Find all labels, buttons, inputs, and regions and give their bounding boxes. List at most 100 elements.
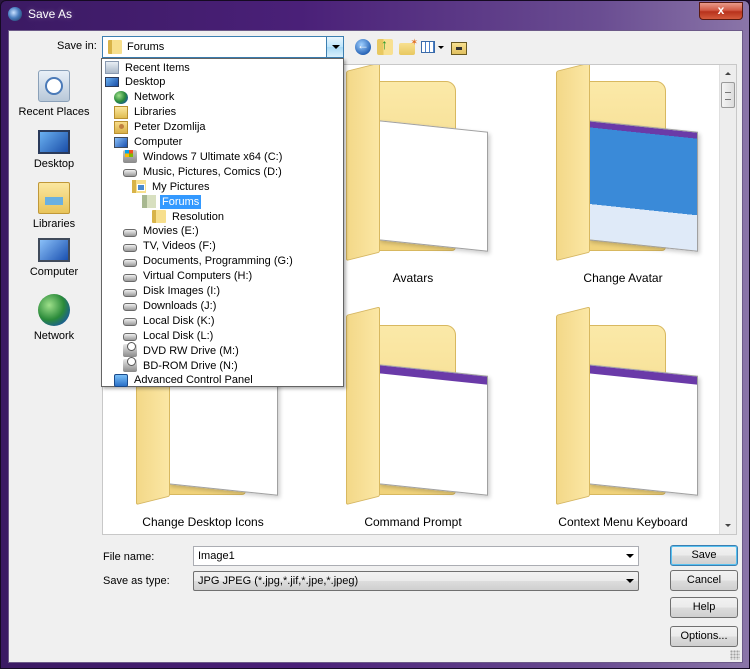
dropdown-item[interactable]: My Pictures — [132, 179, 211, 194]
dropdown-item[interactable]: Movies (E:) — [123, 224, 201, 239]
chevron-down-icon[interactable] — [626, 554, 634, 558]
cancel-button[interactable]: Cancel — [670, 570, 738, 591]
place-label: Computer — [29, 266, 79, 278]
dropdown-item[interactable]: Desktop — [105, 75, 167, 90]
dropdown-item[interactable]: BD-ROM Drive (N:) — [123, 357, 240, 373]
folder-preview — [378, 364, 488, 496]
new-folder-icon[interactable] — [399, 37, 418, 55]
folder-icon — [142, 195, 156, 209]
dropdown-item[interactable]: Local Disk (K:) — [123, 313, 217, 328]
folder-item[interactable]: Avatars — [318, 65, 508, 291]
dropdown-item[interactable]: Network — [114, 90, 176, 105]
drive-icon — [123, 169, 137, 178]
computer-icon — [114, 136, 128, 148]
folder-name: Change Desktop Icons — [142, 515, 264, 529]
pictures-folder-icon — [132, 180, 146, 194]
dropdown-item[interactable]: Local Disk (L:) — [123, 328, 215, 343]
dropdown-item-label: Disk Images (I:) — [143, 285, 221, 297]
save-in-combo[interactable]: Forums — [102, 36, 344, 58]
dropdown-item-label: Windows 7 Ultimate x64 (C:) — [143, 150, 283, 163]
place-label: Recent Places — [18, 106, 90, 118]
dropdown-item-label: Documents, Programming (G:) — [143, 255, 293, 268]
folder-name: Change Avatar — [583, 271, 663, 285]
vertical-scrollbar[interactable] — [719, 65, 736, 534]
dropdown-item-label: Music, Pictures, Comics (D:) — [143, 165, 282, 178]
scroll-up-arrow-icon[interactable] — [720, 65, 736, 82]
file-name-input[interactable]: Image1 — [193, 546, 639, 566]
up-folder-icon[interactable] — [377, 36, 393, 55]
dropdown-item[interactable]: Virtual Computers (H:) — [123, 269, 254, 284]
save-in-label: Save in: — [57, 40, 97, 52]
help-button[interactable]: Help — [670, 597, 738, 618]
dropdown-item[interactable]: Downloads (J:) — [123, 298, 218, 313]
dropdown-item[interactable]: TV, Videos (F:) — [123, 239, 218, 254]
dropdown-item-label: Local Disk (K:) — [143, 314, 215, 327]
dropdown-item[interactable]: Windows 7 Ultimate x64 (C:) — [123, 149, 284, 164]
dropdown-item[interactable]: Forums — [142, 194, 202, 209]
app-icon — [8, 7, 22, 21]
folder-preview — [378, 120, 488, 252]
dropdown-item-label: My Pictures — [152, 180, 210, 193]
folder-item[interactable]: Command Prompt — [318, 306, 508, 534]
dropdown-item-label: Local Disk (L:) — [143, 329, 214, 342]
folder-name: Context Menu Keyboard — [558, 515, 688, 529]
place-desktop[interactable]: Desktop — [9, 126, 99, 170]
optical-drive-icon — [123, 342, 137, 358]
dropdown-item[interactable]: Music, Pictures, Comics (D:) — [123, 164, 284, 179]
folder-icon — [108, 40, 122, 54]
window-title: Save As — [28, 7, 73, 21]
scroll-thumb[interactable] — [721, 82, 735, 108]
dropdown-item-label: DVD RW Drive (M:) — [143, 344, 239, 357]
dropdown-item[interactable]: Resolution — [152, 209, 226, 224]
dropdown-item-label: Recent Items — [125, 61, 190, 74]
place-label: Libraries — [32, 218, 76, 230]
dropdown-item[interactable]: Computer — [114, 135, 184, 150]
chevron-down-icon[interactable] — [326, 37, 343, 57]
folder-name: Avatars — [392, 271, 434, 285]
folder-item[interactable]: Change Avatar — [528, 65, 718, 291]
dropdown-item[interactable]: Peter Dzomlija — [114, 120, 208, 135]
network-icon — [114, 90, 128, 104]
scroll-down-arrow-icon[interactable] — [720, 517, 736, 534]
drive-icon — [123, 258, 137, 267]
dropdown-item[interactable]: Documents, Programming (G:) — [123, 254, 295, 269]
dropdown-item-label: BD-ROM Drive (N:) — [143, 359, 238, 372]
dropdown-item-label: Resolution — [172, 210, 224, 223]
save-as-type-select[interactable]: JPG JPEG (*.jpg,*.jif,*.jpe,*.jpeg) — [193, 571, 639, 591]
dropdown-item-label: Virtual Computers (H:) — [143, 270, 253, 283]
folder-name: Command Prompt — [364, 515, 462, 529]
windows-drive-icon — [123, 150, 137, 164]
dropdown-item[interactable]: Advanced Control Panel — [114, 373, 255, 388]
folder-preview — [588, 120, 698, 252]
dropdown-item-label: Libraries — [134, 106, 177, 119]
folder-front — [346, 306, 380, 505]
views-menu-icon[interactable] — [421, 39, 445, 55]
folder-front — [556, 65, 590, 261]
dropdown-item[interactable]: Libraries — [114, 105, 178, 120]
dropdown-item-label: Peter Dzomlija — [134, 121, 206, 134]
place-computer[interactable]: Computer — [9, 238, 99, 278]
close-button[interactable]: x — [699, 2, 743, 20]
recent-places-icon — [38, 70, 70, 102]
libraries-icon — [38, 182, 70, 214]
save-in-dropdown-list[interactable]: Recent Items Desktop Network Libraries Peter… — [101, 58, 344, 387]
place-recent-places[interactable]: Recent Places — [9, 70, 99, 118]
dropdown-item-label: Network — [134, 91, 175, 104]
drive-icon — [123, 288, 137, 297]
dropdown-item[interactable]: Disk Images (I:) — [123, 284, 222, 299]
back-icon[interactable] — [355, 38, 371, 55]
dropdown-item[interactable]: DVD RW Drive (M:) — [123, 342, 241, 358]
save-button[interactable]: Save — [670, 545, 738, 566]
chevron-down-icon[interactable] — [626, 579, 634, 583]
resize-grip[interactable] — [730, 650, 740, 660]
desktop-icon — [38, 130, 70, 154]
title-bar[interactable]: Save As x — [1, 1, 749, 29]
control-panel-icon — [114, 373, 128, 387]
place-network[interactable]: Network — [9, 294, 99, 342]
place-libraries[interactable]: Libraries — [9, 182, 99, 230]
options-button[interactable]: Options... — [670, 626, 738, 647]
folder-item[interactable]: Context Menu Keyboard — [528, 306, 718, 534]
desktop-folder-icon[interactable] — [451, 41, 467, 55]
dropdown-item[interactable]: Recent Items — [105, 60, 192, 75]
desktop-icon — [105, 77, 119, 88]
